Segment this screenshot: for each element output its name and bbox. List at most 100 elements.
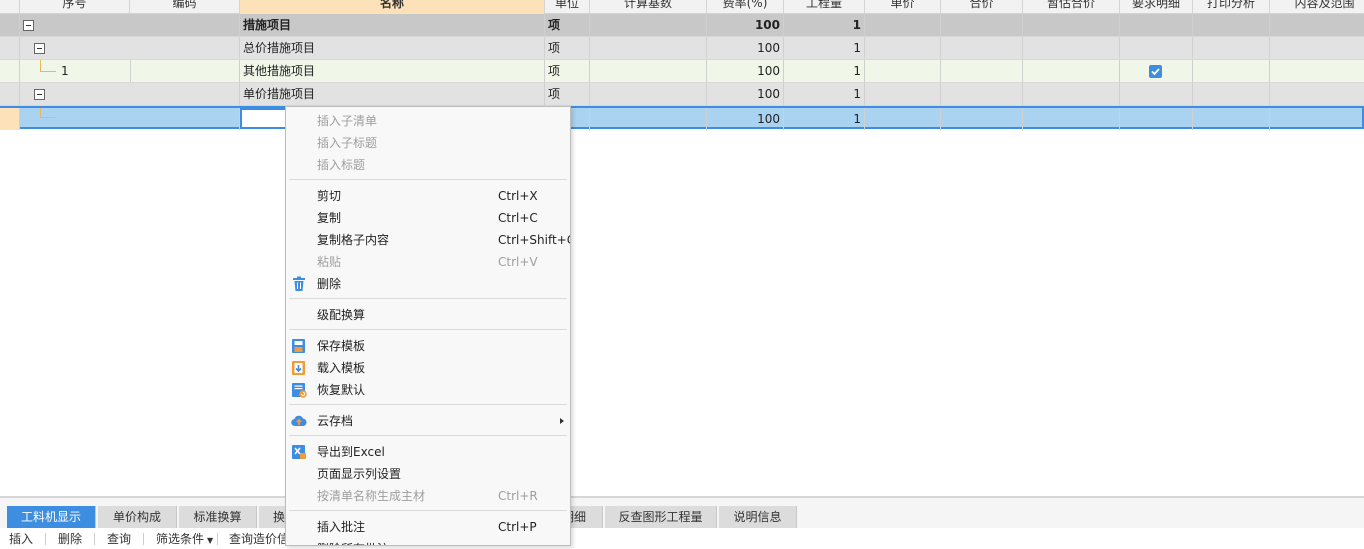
menu-cut[interactable]: 剪切 Ctrl+X — [286, 185, 570, 207]
menu-copy[interactable]: 复制 Ctrl+C — [286, 207, 570, 229]
cell-name[interactable]: 单价措施项目 — [240, 83, 545, 105]
cell-code[interactable] — [130, 83, 240, 105]
delete-button[interactable]: 删除 — [58, 531, 82, 547]
col-header-name[interactable]: 名称 — [240, 0, 545, 14]
cell-code[interactable] — [130, 14, 240, 36]
cell-rate[interactable]: 100 — [707, 60, 784, 82]
col-header-require-detail[interactable]: 要求明细 — [1120, 0, 1193, 14]
col-header-rate[interactable]: 费率(%) — [707, 0, 784, 14]
cell-base[interactable] — [590, 108, 707, 130]
menu-insert-title[interactable]: 插入标题 — [286, 154, 570, 176]
menu-load-template[interactable]: 载入模板 — [286, 357, 570, 379]
cell-name[interactable]: 措施项目 — [240, 14, 545, 36]
col-header-base[interactable]: 计算基数 — [590, 0, 707, 14]
menu-copy-cell[interactable]: 复制格子内容 Ctrl+Shift+C — [286, 229, 570, 251]
collapse-icon[interactable] — [23, 20, 34, 31]
cell-require-detail[interactable] — [1120, 60, 1193, 82]
cell-base[interactable] — [590, 60, 707, 82]
table-row[interactable]: 措施项目 项 100 1 — [0, 14, 1364, 37]
cell-require-detail[interactable] — [1120, 83, 1193, 105]
cell-rate[interactable]: 100 — [707, 37, 784, 59]
query-price-info-button[interactable]: 查询造价信 — [229, 531, 285, 547]
col-header-total[interactable]: 合价 — [941, 0, 1023, 14]
cell-est-total[interactable] — [1023, 14, 1120, 36]
row-header[interactable] — [0, 14, 20, 36]
col-header-price[interactable]: 单价 — [865, 0, 941, 14]
cell-qty[interactable]: 1 — [784, 108, 865, 130]
col-header-est-total[interactable]: 暂估合价 — [1023, 0, 1120, 14]
require-detail-checkbox[interactable] — [1149, 65, 1162, 78]
table-row[interactable]: 总价措施项目 项 100 1 — [0, 37, 1364, 60]
filter-conditions-dropdown[interactable]: 筛选条件 — [156, 531, 204, 547]
cell-price[interactable] — [865, 14, 941, 36]
cell-rate[interactable]: 100 — [707, 14, 784, 36]
col-header-unit[interactable]: 单位 — [545, 0, 590, 14]
menu-grading-conversion[interactable]: 级配换算 — [286, 304, 570, 326]
col-header-code[interactable]: 编码 — [130, 0, 240, 14]
cell-total[interactable] — [941, 37, 1023, 59]
cell-base[interactable] — [590, 83, 707, 105]
cell-code[interactable] — [130, 108, 240, 130]
cell-total[interactable] — [941, 14, 1023, 36]
cell-require-detail[interactable] — [1120, 37, 1193, 59]
cell-seq[interactable]: 1 — [58, 60, 130, 82]
menu-column-display-settings[interactable]: 页面显示列设置 — [286, 463, 570, 485]
menu-paste[interactable]: 粘贴 Ctrl+V — [286, 251, 570, 273]
col-header-content-scope[interactable]: 内容及范围 — [1270, 0, 1364, 14]
menu-save-template[interactable]: 保存模板 — [286, 335, 570, 357]
cell-price[interactable] — [865, 108, 941, 130]
cell-unit[interactable]: 项 — [545, 60, 590, 82]
col-header-print-analysis[interactable]: 打印分析 — [1193, 0, 1270, 14]
menu-insert-sub-title[interactable]: 插入子标题 — [286, 132, 570, 154]
menu-export-excel[interactable]: 导出到Excel — [286, 441, 570, 463]
cell-unit[interactable]: 项 — [545, 37, 590, 59]
cell-total[interactable] — [941, 83, 1023, 105]
cell-print-analysis[interactable] — [1193, 37, 1270, 59]
cell-name-editor[interactable] — [240, 108, 287, 129]
cell-unit[interactable]: 项 — [545, 14, 590, 36]
query-button[interactable]: 查询 — [107, 531, 131, 547]
cell-print-analysis[interactable] — [1193, 14, 1270, 36]
cell-qty[interactable]: 1 — [784, 83, 865, 105]
insert-button[interactable]: 插入 — [9, 531, 33, 547]
row-header[interactable] — [0, 83, 20, 105]
tab-labor-material[interactable]: 工料机显示 — [7, 506, 96, 528]
col-header-seq[interactable]: 序号 — [20, 0, 130, 14]
cell-print-analysis[interactable] — [1193, 108, 1270, 130]
cell-qty[interactable]: 1 — [784, 60, 865, 82]
cell-rate[interactable]: 100 — [707, 108, 784, 130]
row-header[interactable] — [0, 37, 20, 59]
cell-total[interactable] — [941, 60, 1023, 82]
tab-reverse-lookup-quantity[interactable]: 反查图形工程量 — [605, 506, 717, 528]
cell-total[interactable] — [941, 108, 1023, 130]
cell-print-analysis[interactable] — [1193, 60, 1270, 82]
cell-print-analysis[interactable] — [1193, 83, 1270, 105]
cell-est-total[interactable] — [1023, 37, 1120, 59]
cell-est-total[interactable] — [1023, 60, 1120, 82]
cell-rate[interactable]: 100 — [707, 83, 784, 105]
table-row[interactable]: 1 其他措施项目 项 100 1 — [0, 60, 1364, 83]
cell-base[interactable] — [590, 14, 707, 36]
menu-restore-default[interactable]: 恢复默认 — [286, 379, 570, 401]
collapse-icon[interactable] — [34, 89, 45, 100]
cell-qty[interactable]: 1 — [784, 14, 865, 36]
cell-name[interactable]: 总价措施项目 — [240, 37, 545, 59]
cell-qty[interactable]: 1 — [784, 37, 865, 59]
tab-description[interactable]: 说明信息 — [719, 506, 797, 528]
cell-base[interactable] — [590, 37, 707, 59]
row-header[interactable] — [0, 60, 20, 82]
menu-generate-main-material[interactable]: 按清单名称生成主材 Ctrl+R — [286, 485, 570, 507]
menu-delete-all-annotations[interactable]: 删除所有批注 — [286, 538, 570, 545]
tab-unit-price-composition[interactable]: 单价构成 — [98, 506, 177, 528]
menu-cloud-archive[interactable]: 云存档 — [286, 410, 570, 432]
tab-standard-conversion[interactable]: 标准换算 — [179, 506, 257, 528]
menu-delete[interactable]: 删除 — [286, 273, 570, 295]
cell-est-total[interactable] — [1023, 83, 1120, 105]
row-header[interactable] — [0, 108, 20, 130]
table-row-selected[interactable]: 100 1 — [0, 106, 1364, 130]
cell-require-detail[interactable] — [1120, 108, 1193, 130]
cell-price[interactable] — [865, 37, 941, 59]
collapse-icon[interactable] — [34, 43, 45, 54]
measures-grid[interactable]: 序号 编码 名称 单位 计算基数 费率(%) 工程量 单价 合价 暂估合价 要求… — [0, 0, 1364, 496]
menu-insert-annotation[interactable]: 插入批注 Ctrl+P — [286, 516, 570, 538]
